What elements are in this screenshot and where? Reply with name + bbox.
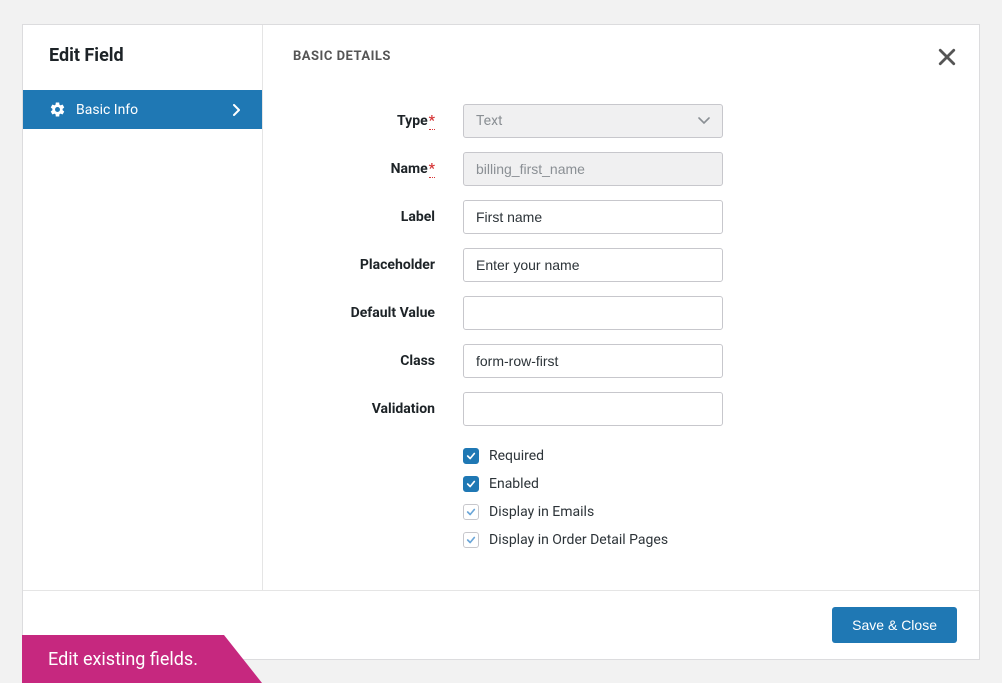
- row-placeholder: Placeholder: [293, 248, 949, 282]
- default-value-input[interactable]: [463, 296, 723, 330]
- gear-icon: [49, 101, 66, 118]
- sidebar-header: Edit Field: [23, 25, 262, 90]
- control-name: [463, 152, 723, 186]
- control-label: [463, 200, 723, 234]
- annotation-tail: [224, 635, 262, 683]
- required-checkbox[interactable]: [463, 448, 479, 464]
- name-input[interactable]: [463, 152, 723, 186]
- label-placeholder: Placeholder: [293, 257, 463, 273]
- required-mark: *: [429, 161, 435, 178]
- check-icon: [466, 479, 476, 489]
- label-default-value: Default Value: [293, 305, 463, 321]
- display-emails-label: Display in Emails: [489, 504, 594, 520]
- sidebar-item-label: Basic Info: [76, 102, 232, 118]
- enabled-label: Enabled: [489, 476, 539, 492]
- label-input[interactable]: [463, 200, 723, 234]
- display-order-detail-label: Display in Order Detail Pages: [489, 532, 668, 548]
- close-button[interactable]: [935, 45, 959, 69]
- row-default-value: Default Value: [293, 296, 949, 330]
- row-display-emails: Display in Emails: [463, 504, 949, 520]
- display-order-detail-checkbox[interactable]: [463, 532, 479, 548]
- close-icon: [938, 48, 956, 66]
- section-title: BASIC DETAILS: [293, 49, 949, 64]
- control-default-value: [463, 296, 723, 330]
- placeholder-input[interactable]: [463, 248, 723, 282]
- label-name: Name*: [293, 161, 463, 177]
- enabled-checkbox[interactable]: [463, 476, 479, 492]
- label-type: Type*: [293, 113, 463, 129]
- display-emails-checkbox[interactable]: [463, 504, 479, 520]
- label-class: Class: [293, 353, 463, 369]
- row-display-order-detail: Display in Order Detail Pages: [463, 532, 949, 548]
- check-icon: [466, 451, 476, 461]
- sidebar-item-basic-info[interactable]: Basic Info: [23, 90, 262, 129]
- row-name: Name*: [293, 152, 949, 186]
- main-panel: BASIC DETAILS Type* Text Name*: [263, 25, 979, 590]
- required-label: Required: [489, 448, 544, 464]
- row-required: Required: [463, 448, 949, 464]
- row-type: Type* Text: [293, 104, 949, 138]
- annotation-callout: Edit existing fields.: [22, 635, 262, 683]
- annotation-text: Edit existing fields.: [22, 635, 224, 683]
- row-label: Label: [293, 200, 949, 234]
- check-icon: [466, 507, 476, 517]
- label-label: Label: [293, 209, 463, 225]
- row-validation: Validation: [293, 392, 949, 426]
- save-close-button[interactable]: Save & Close: [832, 607, 957, 643]
- row-enabled: Enabled: [463, 476, 949, 492]
- type-select[interactable]: Text: [463, 104, 723, 138]
- control-type: Text: [463, 104, 723, 138]
- chevron-down-icon: [698, 113, 710, 129]
- label-type-text: Type: [397, 113, 428, 129]
- modal-body: Edit Field Basic Info BASIC DETAILS Type…: [23, 25, 979, 590]
- check-icon: [466, 535, 476, 545]
- sidebar: Edit Field Basic Info: [23, 25, 263, 590]
- edit-field-modal: Edit Field Basic Info BASIC DETAILS Type…: [22, 24, 980, 660]
- control-placeholder: [463, 248, 723, 282]
- validation-input[interactable]: [463, 392, 723, 426]
- control-validation: [463, 392, 723, 426]
- chevron-right-icon: [232, 104, 242, 116]
- sidebar-title: Edit Field: [49, 45, 236, 66]
- control-class: [463, 344, 723, 378]
- class-input[interactable]: [463, 344, 723, 378]
- label-validation: Validation: [293, 401, 463, 417]
- row-class: Class: [293, 344, 949, 378]
- type-select-value: Text: [476, 113, 503, 129]
- required-mark: *: [429, 113, 435, 130]
- label-name-text: Name: [391, 161, 428, 177]
